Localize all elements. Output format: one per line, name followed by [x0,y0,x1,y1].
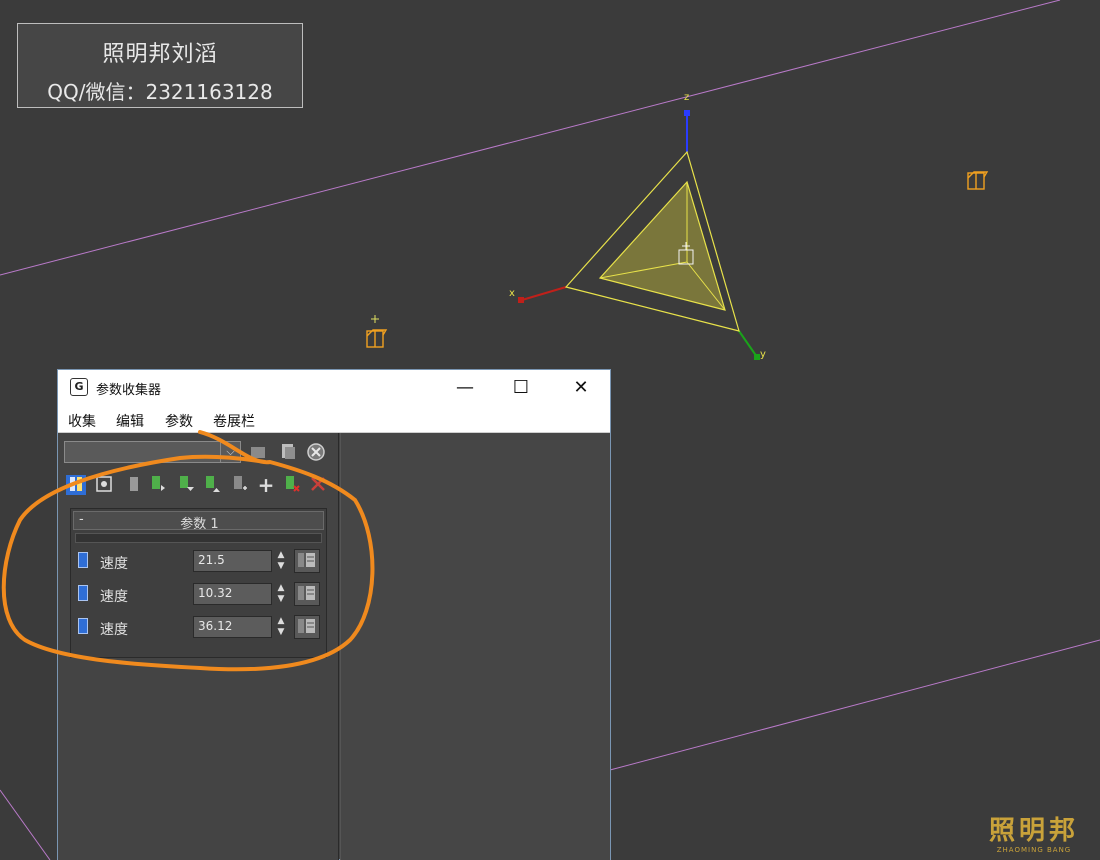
logo-subtext: ZHAOMING BANG [996,846,1072,854]
title-bar[interactable]: G 参数收集器 — ☐ ✕ [58,370,610,405]
rollout-divider [75,533,322,543]
brand-logo: 照明邦 ZHAOMING BANG [986,816,1082,856]
z-axis-handle[interactable] [684,110,690,116]
collection-dropdown[interactable]: ⌵ [64,441,241,463]
param-row: 速度 10.32 ▲ ▼ [75,582,326,608]
y-axis-label: y [760,349,766,360]
x-axis-label: x [509,288,515,299]
param-options-button[interactable] [294,549,320,573]
menu-rollouts[interactable]: 卷展栏 [213,411,255,431]
param-value-field[interactable]: 36.12 [193,616,272,638]
menu-bar: 收集 编辑 参数 卷展栏 [58,405,610,433]
separator-icon [124,475,144,495]
chevron-down-icon[interactable]: ⌵ [220,442,240,462]
pyramid-face[interactable] [598,180,726,311]
app-icon: G [70,378,88,396]
rollout-header[interactable]: - 参数 1 [73,511,324,532]
maximize-button[interactable]: ☐ [498,370,544,405]
menu-edit[interactable]: 编辑 [116,411,144,431]
close-button[interactable]: ✕ [558,370,604,405]
menu-parameters[interactable]: 参数 [165,411,193,431]
watermark-name: 照明邦刘滔 [102,42,218,67]
add-icon[interactable] [148,475,168,495]
crosshair-icon [371,315,379,323]
add-up-icon[interactable] [202,475,222,495]
rollout-scroll-area[interactable] [340,433,610,860]
watermark: 照明邦刘滔 QQ/微信：2321163128 [17,23,303,108]
param-label: 速度 [100,589,128,605]
helper-object-icon[interactable] [967,171,989,190]
spinner-icon[interactable]: ▲ ▼ [274,583,288,605]
param-label: 速度 [100,556,128,572]
select-icon[interactable] [66,475,86,495]
param-label: 速度 [100,622,128,638]
clear-icon[interactable] [308,475,328,495]
collection-panel: ⌵ + - 参数 1 速度 21.5 ▲ ▼ 速度 10.32 ▲ ▼ 速度 3… [58,433,339,860]
rollout-title: 参数 1 [180,517,219,532]
delete-collection-icon[interactable] [306,442,326,462]
param-row: 速度 21.5 ▲ ▼ [75,549,326,575]
minimize-button[interactable]: — [442,370,488,405]
y-axis [738,330,758,358]
parameter-collector-window: G 参数收集器 — ☐ ✕ 收集 编辑 参数 卷展栏 ⌵ + - 参数 1 速度… [57,369,611,860]
spinner-icon[interactable]: ▲ ▼ [274,550,288,572]
plus-icon[interactable]: + [256,475,276,495]
window-title: 参数收集器 [96,383,162,398]
x-axis [521,286,567,301]
remove-icon[interactable] [282,475,302,495]
param-select-swatch[interactable] [78,552,88,568]
x-axis-handle[interactable] [518,297,524,303]
target-icon[interactable] [94,475,114,495]
param-value-field[interactable]: 10.32 [193,583,272,605]
wire-line [609,639,1100,771]
param-select-swatch[interactable] [78,585,88,601]
add-selected-icon[interactable] [230,475,250,495]
param-options-button[interactable] [294,582,320,606]
new-collection-icon[interactable] [248,442,268,462]
wire-line [0,789,51,860]
spinner-icon[interactable]: ▲ ▼ [274,616,288,638]
logo-text: 照明邦 [988,816,1079,846]
param-select-swatch[interactable] [78,618,88,634]
helper-object-icon[interactable] [366,329,388,348]
rollout-panel: - 参数 1 速度 21.5 ▲ ▼ 速度 10.32 ▲ ▼ 速度 36.12… [70,508,327,658]
save-collection-icon[interactable] [278,442,298,462]
z-axis-label: z [684,92,689,103]
param-value-field[interactable]: 21.5 [193,550,272,572]
param-options-button[interactable] [294,615,320,639]
watermark-contact: QQ/微信：2321163128 [47,80,273,104]
menu-collect[interactable]: 收集 [68,411,96,431]
param-row: 速度 36.12 ▲ ▼ [75,615,326,641]
add-down-icon[interactable] [176,475,196,495]
